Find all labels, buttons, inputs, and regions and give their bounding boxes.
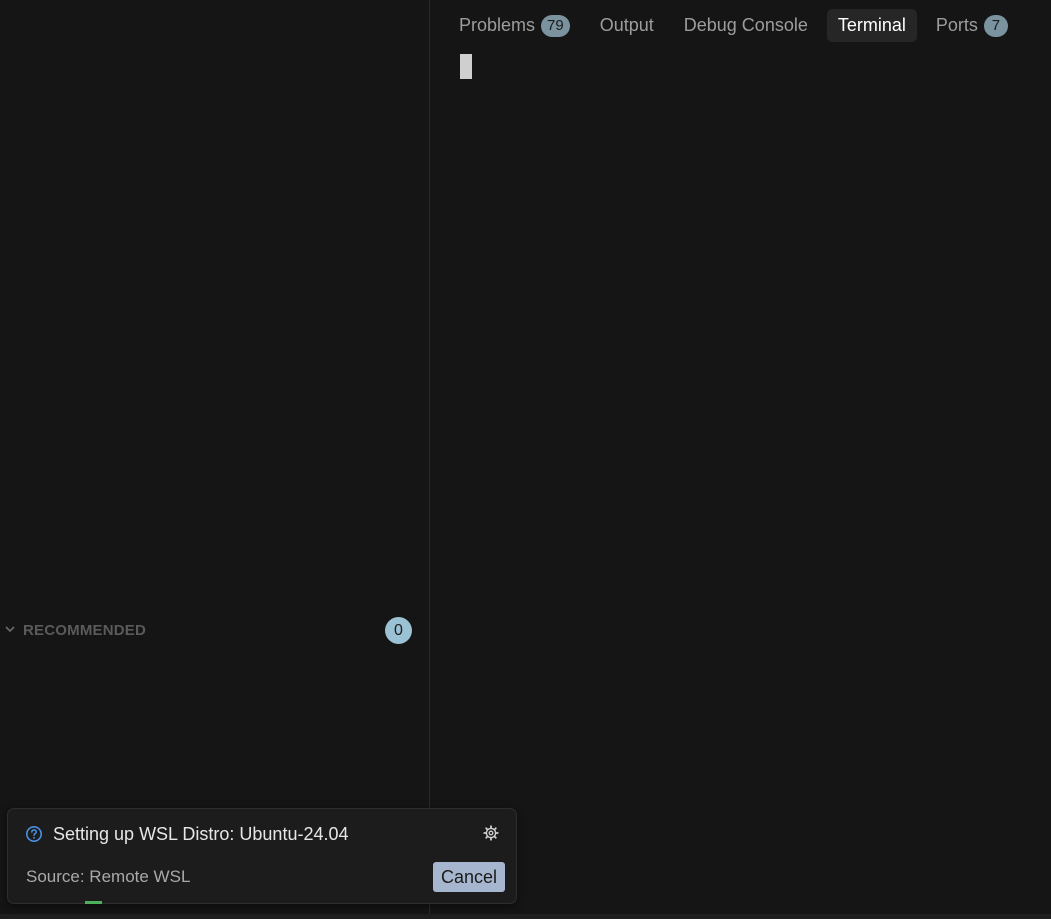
panel-tabs: Problems 79 Output Debug Console Termina… <box>448 9 1027 42</box>
tab-label: Ports <box>935 15 978 35</box>
bottom-panel: Problems 79 Output Debug Console Termina… <box>430 0 1051 914</box>
cancel-button[interactable]: Cancel <box>433 862 505 892</box>
notification-source: Source: Remote WSL <box>26 867 191 886</box>
chevron-down-icon[interactable] <box>3 622 17 636</box>
recommended-count-badge: 0 <box>385 617 412 644</box>
problems-count-badge: 79 <box>541 14 570 37</box>
sidebar: RECOMMENDED 0 <box>0 0 429 919</box>
recommended-section-header[interactable]: RECOMMENDED 0 <box>0 615 429 645</box>
tab-label: Output <box>599 15 654 35</box>
tab-ports[interactable]: Ports 7 <box>925 9 1019 42</box>
notification-toast: Setting up WSL Distro: Ubuntu-24.04 Sour… <box>7 808 517 904</box>
ports-count-badge: 7 <box>983 14 1008 37</box>
tab-label: Terminal <box>837 15 906 35</box>
status-bar <box>0 914 1051 919</box>
app-window: RECOMMENDED 0 Problems 79 Output Debug C… <box>0 0 1051 919</box>
tab-output[interactable]: Output <box>589 9 665 42</box>
gear-icon[interactable] <box>482 824 500 842</box>
tab-label: Debug Console <box>683 15 808 35</box>
terminal-cursor[interactable] <box>460 54 472 79</box>
notification-message: Setting up WSL Distro: Ubuntu-24.04 <box>53 824 349 844</box>
notification-progress-bar <box>85 901 102 904</box>
tab-debug-console[interactable]: Debug Console <box>673 9 819 42</box>
tab-problems[interactable]: Problems 79 <box>448 9 581 42</box>
tab-label: Problems <box>459 15 536 35</box>
recommended-section-title: RECOMMENDED <box>23 622 147 639</box>
info-icon <box>25 825 43 843</box>
tab-terminal[interactable]: Terminal <box>826 9 917 42</box>
